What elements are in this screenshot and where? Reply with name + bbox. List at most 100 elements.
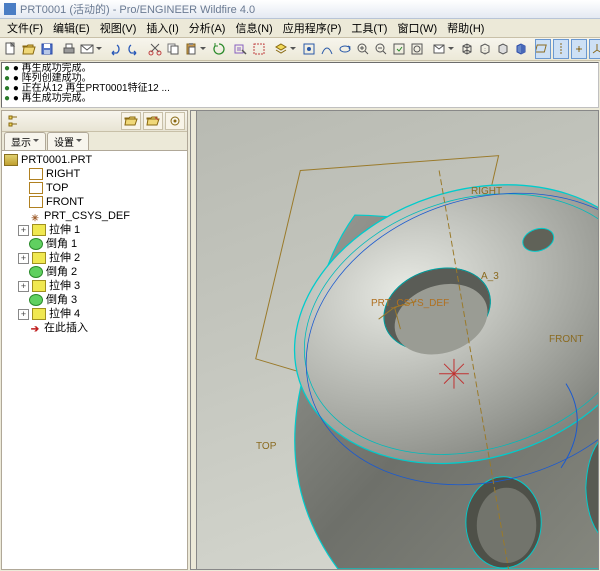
view-refit-button[interactable] xyxy=(301,39,317,59)
expand-icon[interactable]: + xyxy=(18,309,29,320)
msg-line: ● ● 正在从12 再生PRT0001特征12 ... xyxy=(4,84,596,94)
menu-tools[interactable]: 工具(T) xyxy=(346,19,392,37)
tree-open-icon[interactable] xyxy=(121,112,141,130)
tree-csys[interactable]: PRT_CSYS_DEF xyxy=(44,209,130,223)
mail-dropdown[interactable] xyxy=(96,41,102,57)
tree-root[interactable]: PRT0001.PRT xyxy=(21,153,92,167)
datum-label-top: TOP xyxy=(256,441,276,452)
datum-point-button[interactable] xyxy=(571,39,587,59)
tree-plane[interactable]: RIGHT xyxy=(46,167,80,181)
new-button[interactable] xyxy=(3,39,19,59)
layers-dropdown[interactable] xyxy=(290,41,296,57)
menu-edit[interactable]: 编辑(E) xyxy=(48,19,95,37)
title-bar: PRT0001 (活动的) - Pro/ENGINEER Wildfire 4.… xyxy=(0,0,600,19)
view-zoom-button[interactable] xyxy=(319,39,335,59)
datum-label-csys: PRT_CSYS_DEF xyxy=(371,298,449,309)
tree-save-icon[interactable] xyxy=(143,112,163,130)
window-title: PRT0001 (活动的) - Pro/ENGINEER Wildfire 4.… xyxy=(20,1,255,17)
message-area: ● ● 再生成功完成。 ● ● 阵列创建成功。 ● ● 正在从12 再生PRT0… xyxy=(1,62,599,108)
tree-tabs: 显示 设置 xyxy=(2,132,187,151)
splitter-handle[interactable] xyxy=(191,111,197,569)
save-button[interactable] xyxy=(39,39,55,59)
expand-icon[interactable]: + xyxy=(18,281,29,292)
round-icon xyxy=(29,266,43,278)
tree-feat[interactable]: 倒角 2 xyxy=(46,265,77,279)
extrude-icon xyxy=(32,280,46,292)
plane-icon xyxy=(29,182,43,194)
part-icon xyxy=(4,154,18,166)
tree-insert[interactable]: 在此插入 xyxy=(44,321,88,335)
extrude-icon xyxy=(32,308,46,320)
undo-button[interactable] xyxy=(107,39,123,59)
copy-button[interactable] xyxy=(165,39,181,59)
mail-button[interactable] xyxy=(79,39,95,59)
wireframe-button[interactable] xyxy=(459,39,475,59)
datum-label-front: FRONT xyxy=(549,334,583,345)
tree-toolbar xyxy=(2,111,187,132)
tab-show[interactable]: 显示 xyxy=(4,132,46,150)
tree-plane[interactable]: TOP xyxy=(46,181,68,195)
regen-button[interactable] xyxy=(211,39,227,59)
zoom-out-button[interactable] xyxy=(373,39,389,59)
model-view xyxy=(191,111,598,569)
layers-button[interactable] xyxy=(273,39,289,59)
tree-feat[interactable]: 拉伸 1 xyxy=(49,223,80,237)
view-spin-button[interactable] xyxy=(337,39,353,59)
msg-line: ● ● 再生成功完成。 xyxy=(4,64,596,74)
menu-apps[interactable]: 应用程序(P) xyxy=(278,19,347,37)
plane-icon xyxy=(29,196,43,208)
datum-axis-button[interactable] xyxy=(553,39,569,59)
menu-info[interactable]: 信息(N) xyxy=(230,19,277,37)
menu-insert[interactable]: 插入(I) xyxy=(141,19,183,37)
print-button[interactable] xyxy=(61,39,77,59)
cut-button[interactable] xyxy=(147,39,163,59)
app-icon xyxy=(4,3,16,15)
zoom-in-button[interactable] xyxy=(355,39,371,59)
datum-label-axis: A_3 xyxy=(481,271,499,282)
expand-icon[interactable]: + xyxy=(18,225,29,236)
tree-feat[interactable]: 拉伸 4 xyxy=(49,307,80,321)
tree-mode-icon[interactable] xyxy=(4,113,22,129)
saved-views-dropdown[interactable] xyxy=(448,41,454,57)
plane-icon xyxy=(29,168,43,180)
menu-file[interactable]: 文件(F) xyxy=(2,19,48,37)
open-button[interactable] xyxy=(21,39,37,59)
refit-button[interactable] xyxy=(391,39,407,59)
tree-feat[interactable]: 倒角 3 xyxy=(46,293,77,307)
extrude-icon xyxy=(32,224,46,236)
csys-icon: ✳ xyxy=(29,211,41,221)
datum-label-right: RIGHT xyxy=(471,186,502,197)
datum-plane-button[interactable] xyxy=(535,39,551,59)
tree-settings-icon[interactable] xyxy=(165,112,185,130)
round-icon xyxy=(29,238,43,250)
no-hidden-button[interactable] xyxy=(495,39,511,59)
tab-settings[interactable]: 设置 xyxy=(47,132,89,150)
tree-plane[interactable]: FRONT xyxy=(46,195,84,209)
menu-help[interactable]: 帮助(H) xyxy=(442,19,489,37)
saved-views-button[interactable] xyxy=(431,39,447,59)
tree-feat[interactable]: 倒角 1 xyxy=(46,237,77,251)
graphics-viewport[interactable]: RIGHT A_3 PRT_CSYS_DEF FRONT TOP xyxy=(190,110,599,570)
paste-dropdown[interactable] xyxy=(200,41,206,57)
menu-window[interactable]: 窗口(W) xyxy=(392,19,442,37)
msg-line: ● ● 再生成功完成。 xyxy=(4,94,596,104)
main-toolbar: 3.1 ? xyxy=(0,38,600,61)
select-button[interactable] xyxy=(251,39,267,59)
round-icon xyxy=(29,294,43,306)
shaded-button[interactable] xyxy=(513,39,529,59)
tree-feat[interactable]: 拉伸 2 xyxy=(49,251,80,265)
insert-here-icon: ➔ xyxy=(29,323,41,333)
paste-button[interactable] xyxy=(183,39,199,59)
hidden-line-button[interactable] xyxy=(477,39,493,59)
redo-button[interactable] xyxy=(125,39,141,59)
model-tree-panel: 显示 设置 PRT0001.PRT RIGHT TOP FRONT ✳PRT_C… xyxy=(1,110,188,570)
extrude-icon xyxy=(32,252,46,264)
model-tree[interactable]: PRT0001.PRT RIGHT TOP FRONT ✳PRT_CSYS_DE… xyxy=(2,151,187,569)
expand-icon[interactable]: + xyxy=(18,253,29,264)
menu-view[interactable]: 视图(V) xyxy=(95,19,142,37)
tree-feat[interactable]: 拉伸 3 xyxy=(49,279,80,293)
find-button[interactable] xyxy=(233,39,249,59)
datum-csys-button[interactable] xyxy=(589,39,600,59)
menu-analysis[interactable]: 分析(A) xyxy=(184,19,231,37)
orient-button[interactable] xyxy=(409,39,425,59)
